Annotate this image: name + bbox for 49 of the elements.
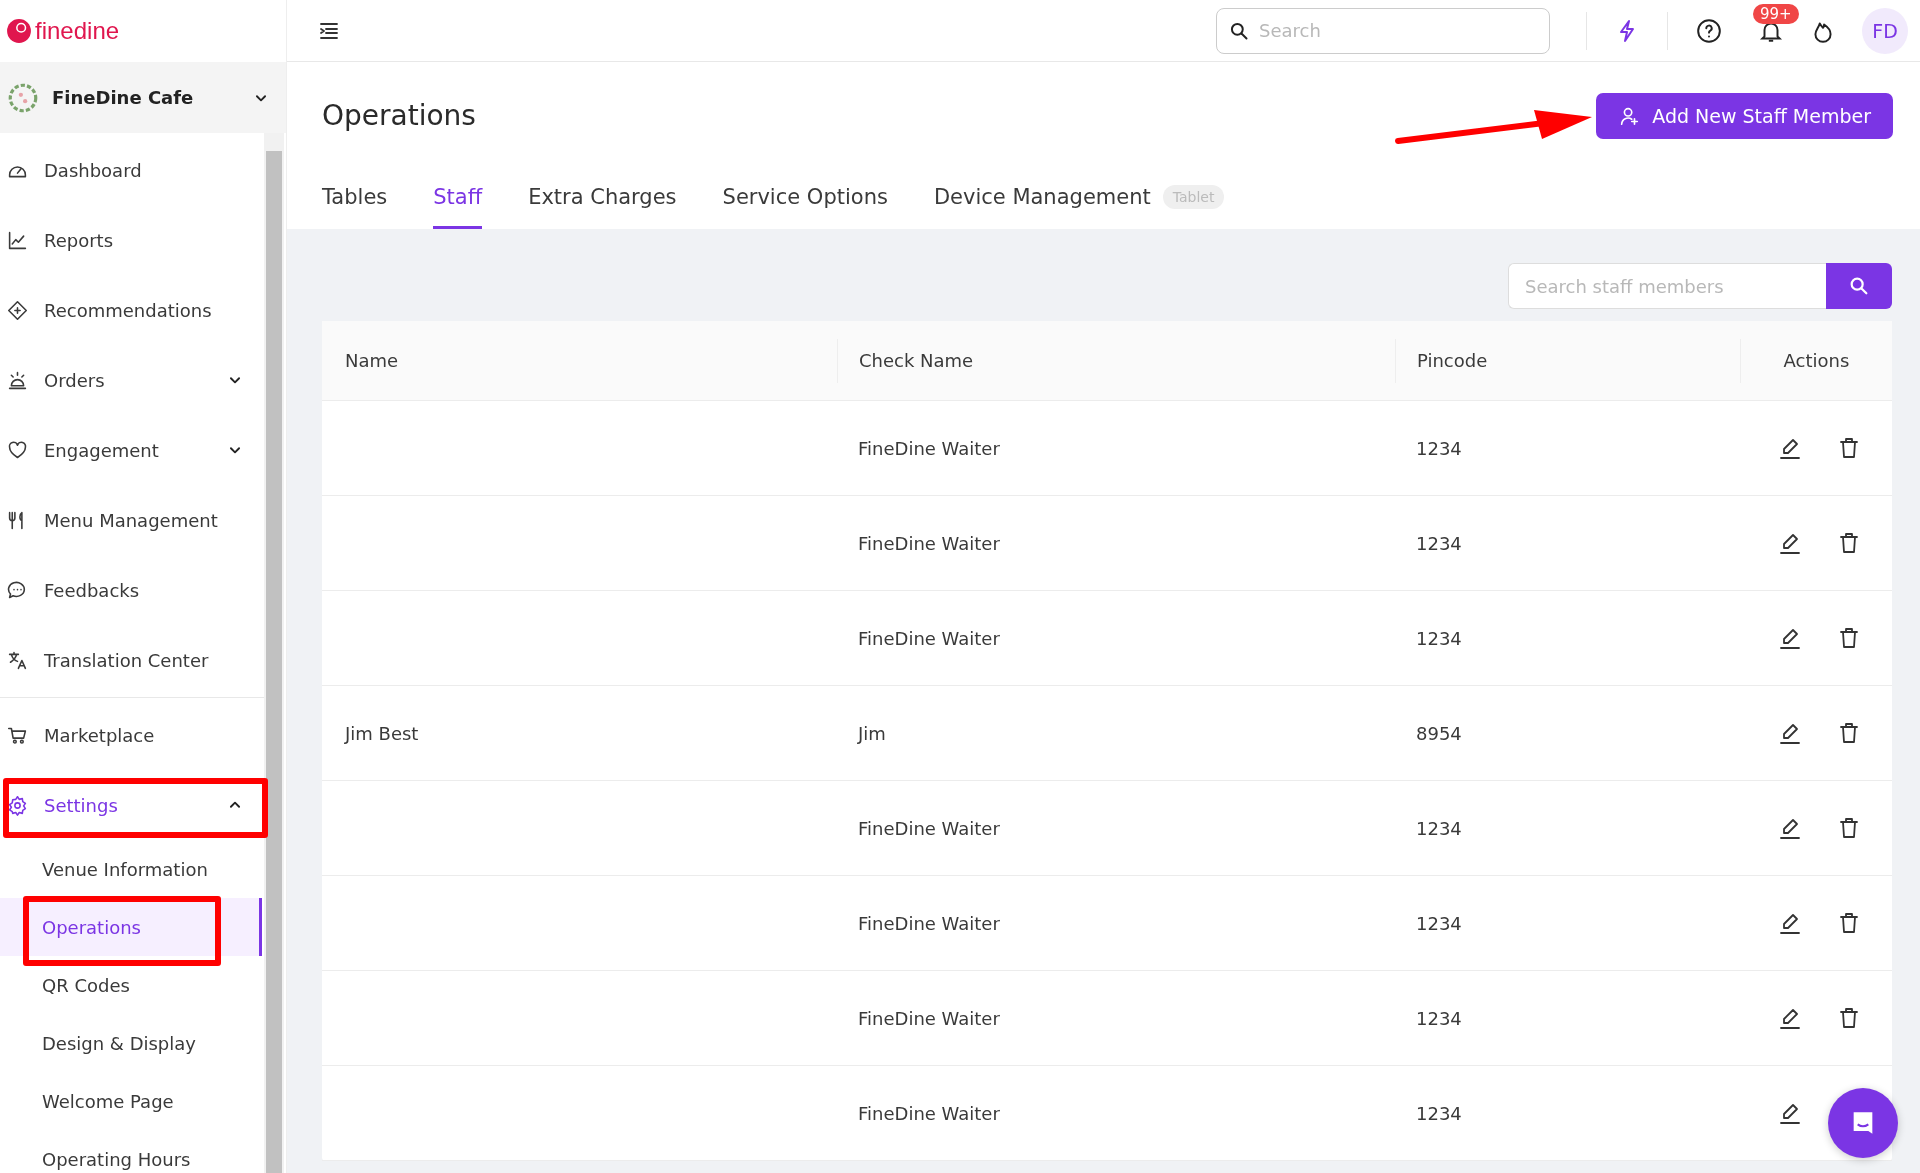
table-cell: 1234 [1416,437,1462,459]
table-cell: Jim [858,722,886,744]
tab[interactable]: Tables [322,167,388,229]
submenu-item[interactable]: Operations [0,898,262,956]
submenu-item[interactable]: Operating Hours [0,1130,264,1173]
table-cell: 1234 [1416,817,1462,839]
search-field[interactable]: Search staff members [1508,263,1826,309]
table-cell: FineDine Waiter [858,817,1000,839]
nav-item[interactable]: Feedbacks [0,555,264,625]
add-staff-button[interactable]: Add New Staff Member [1596,92,1893,139]
table-cell: FineDine Waiter [858,1102,1000,1124]
venue-selector[interactable]: FineDine Cafe [0,62,286,133]
table-cell: FineDine Waiter [858,437,1000,459]
submenu-item[interactable]: QR Codes [0,956,264,1014]
nav-item[interactable]: Menu Management [0,485,264,555]
table-cell: FineDine Waiter [858,1007,1000,1029]
table-cell: FineDine Waiter [858,627,1000,649]
table-cell: FineDine Waiter [858,532,1000,554]
table-cell: 8954 [1416,722,1462,744]
submenu-item[interactable]: Design & Display [0,1014,264,1072]
nav-item[interactable]: Orders [0,345,264,415]
column-header: Actions [1783,350,1850,371]
page-title: Operations [322,99,476,132]
tab[interactable]: Service Options [722,167,888,229]
brand-name: finedine [35,17,120,45]
nav-item[interactable]: Dashboard [0,135,264,205]
table-cell: Jim Best [345,722,419,744]
tab[interactable]: Extra Charges [528,167,677,229]
user-avatar[interactable]: FD [1862,7,1908,54]
nav-item[interactable]: Recommendations [0,275,264,345]
column-header: Check Name [859,350,974,371]
submenu-item[interactable]: Venue Information [0,840,264,898]
table-cell: 1234 [1416,627,1462,649]
column-header: Name [345,350,399,371]
table-cell: 1234 [1416,912,1462,934]
nav-item[interactable]: Engagement [0,415,264,485]
column-header: Pincode [1417,350,1488,371]
notification-badge: 99+ [1753,3,1799,24]
table-cell: FineDine Waiter [858,912,1000,934]
nav-item[interactable]: Translation Center [0,625,264,695]
table-cell: 1234 [1416,532,1462,554]
search-field[interactable]: Search [1216,7,1550,54]
tab[interactable]: Staff [433,167,483,229]
nav-item[interactable]: Reports [0,205,264,275]
nav-item[interactable]: Settings [0,770,264,840]
table-cell: 1234 [1416,1007,1462,1029]
submenu-item[interactable]: Welcome Page [0,1072,264,1130]
table-cell: 1234 [1416,1102,1462,1124]
nav-item[interactable]: Marketplace [0,700,264,770]
